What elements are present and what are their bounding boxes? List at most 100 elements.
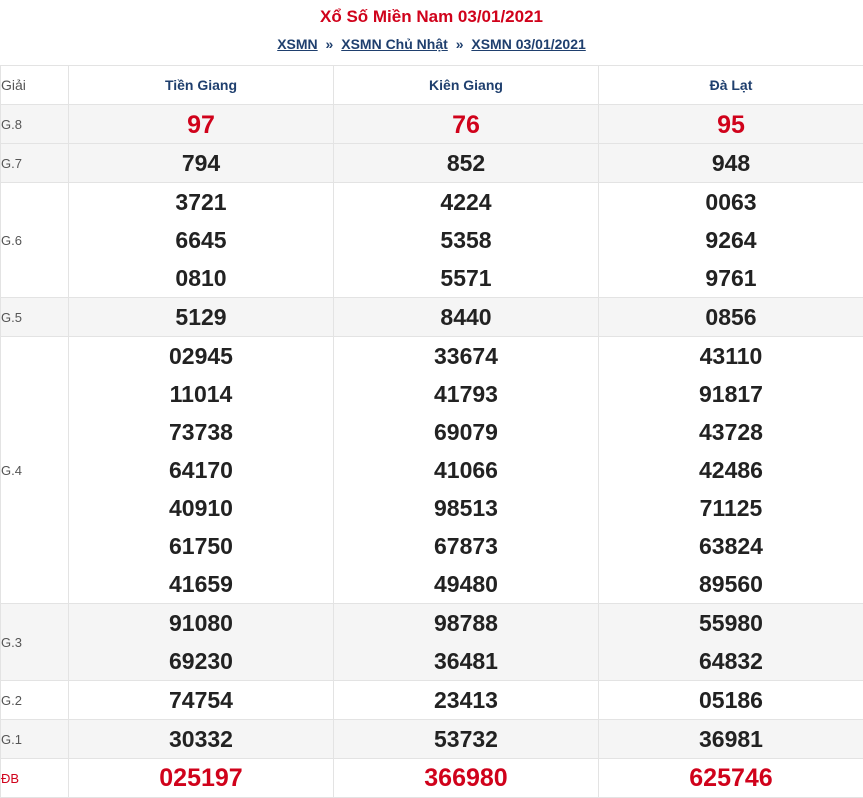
prize-number: 67873: [334, 527, 598, 565]
prize-number: 948: [599, 144, 863, 182]
prize-number: 42486: [599, 451, 863, 489]
prize-cell: 74754: [69, 681, 334, 720]
prize-cell: 76: [334, 105, 599, 144]
prize-number: 23413: [334, 681, 598, 719]
breadcrumb: XSMN » XSMN Chủ Nhật » XSMN 03/01/2021: [0, 36, 863, 52]
prize-number: 625746: [599, 759, 863, 797]
prize-cell: 43110918174372842486711256382489560: [599, 337, 863, 604]
prize-number: 33674: [334, 337, 598, 375]
prize-cell: 852: [334, 144, 599, 183]
page-title: Xổ Số Miền Nam 03/01/2021: [0, 7, 863, 27]
prize-number: 98788: [334, 604, 598, 642]
prize-cell: 02945110147373864170409106175041659: [69, 337, 334, 604]
prize-label: G.5: [1, 298, 69, 337]
prize-cell: 9108069230: [69, 604, 334, 681]
prize-number: 025197: [69, 759, 333, 797]
prize-cell: 05186: [599, 681, 863, 720]
table-row: G.40294511014737386417040910617504165933…: [1, 337, 863, 604]
breadcrumb-link-xsmn-date[interactable]: XSMN 03/01/2021: [471, 36, 585, 52]
prize-cell: 5129: [69, 298, 334, 337]
prize-number: 0856: [599, 298, 863, 336]
prize-number: 91080: [69, 604, 333, 642]
prize-number: 63824: [599, 527, 863, 565]
table-row: G.5512984400856: [1, 298, 863, 337]
table-header-row: Giải Tiền Giang Kiên Giang Đà Lạt: [1, 66, 863, 105]
header-province-tien-giang: Tiền Giang: [69, 66, 334, 105]
prize-number: 61750: [69, 527, 333, 565]
breadcrumb-separator: »: [326, 36, 334, 52]
prize-cell: 23413: [334, 681, 599, 720]
prize-number: 5571: [334, 259, 598, 297]
prize-number: 0063: [599, 183, 863, 221]
prize-number: 5129: [69, 298, 333, 336]
prize-number: 02945: [69, 337, 333, 375]
prize-number: 11014: [69, 375, 333, 413]
prize-number: 0810: [69, 259, 333, 297]
prize-label: G.4: [1, 337, 69, 604]
prize-cell: 9878836481: [334, 604, 599, 681]
prize-number: 9761: [599, 259, 863, 297]
prize-label: G.6: [1, 183, 69, 298]
prize-label: G.2: [1, 681, 69, 720]
prize-number: 5358: [334, 221, 598, 259]
table-row: G.2747542341305186: [1, 681, 863, 720]
prize-cell: 794: [69, 144, 334, 183]
results-body: G.8977695G.7794852948G.63721664508104224…: [1, 105, 863, 798]
prize-cell: 95: [599, 105, 863, 144]
prize-number: 91817: [599, 375, 863, 413]
prize-number: 36981: [599, 720, 863, 758]
breadcrumb-link-xsmn-chu-nhat[interactable]: XSMN Chủ Nhật: [341, 36, 448, 52]
prize-number: 794: [69, 144, 333, 182]
table-row: G.8977695: [1, 105, 863, 144]
prize-label: G.7: [1, 144, 69, 183]
prize-number: 41066: [334, 451, 598, 489]
prize-cell: 97: [69, 105, 334, 144]
prize-number: 64832: [599, 642, 863, 680]
prize-cell: 8440: [334, 298, 599, 337]
prize-number: 6645: [69, 221, 333, 259]
breadcrumb-separator: »: [456, 36, 464, 52]
prize-cell: 53732: [334, 720, 599, 759]
prize-number: 64170: [69, 451, 333, 489]
prize-number: 43728: [599, 413, 863, 451]
prize-number: 41793: [334, 375, 598, 413]
prize-number: 98513: [334, 489, 598, 527]
prize-number: 49480: [334, 565, 598, 603]
header-prize-label: Giải: [1, 66, 69, 105]
prize-number: 76: [334, 105, 598, 143]
prize-number: 05186: [599, 681, 863, 719]
prize-number: 74754: [69, 681, 333, 719]
table-row: G.6372166450810422453585571006392649761: [1, 183, 863, 298]
results-table: Giải Tiền Giang Kiên Giang Đà Lạt G.8977…: [0, 65, 863, 798]
prize-number: 8440: [334, 298, 598, 336]
prize-number: 3721: [69, 183, 333, 221]
prize-cell: 372166450810: [69, 183, 334, 298]
prize-number: 55980: [599, 604, 863, 642]
prize-cell: 36981: [599, 720, 863, 759]
prize-cell: 025197: [69, 759, 334, 798]
table-row: G.7794852948: [1, 144, 863, 183]
prize-number: 71125: [599, 489, 863, 527]
header-province-da-lat: Đà Lạt: [599, 66, 863, 105]
prize-number: 69079: [334, 413, 598, 451]
prize-number: 53732: [334, 720, 598, 758]
prize-label: G.1: [1, 720, 69, 759]
prize-number: 9264: [599, 221, 863, 259]
prize-number: 73738: [69, 413, 333, 451]
breadcrumb-link-xsmn[interactable]: XSMN: [277, 36, 317, 52]
prize-number: 852: [334, 144, 598, 182]
prize-cell: 5598064832: [599, 604, 863, 681]
prize-label: G.3: [1, 604, 69, 681]
prize-label: ĐB: [1, 759, 69, 798]
prize-number: 40910: [69, 489, 333, 527]
prize-number: 69230: [69, 642, 333, 680]
prize-number: 97: [69, 105, 333, 143]
prize-number: 4224: [334, 183, 598, 221]
prize-cell: 625746: [599, 759, 863, 798]
prize-number: 95: [599, 105, 863, 143]
prize-cell: 948: [599, 144, 863, 183]
prize-cell: 0856: [599, 298, 863, 337]
prize-label: G.8: [1, 105, 69, 144]
prize-number: 366980: [334, 759, 598, 797]
prize-number: 30332: [69, 720, 333, 758]
